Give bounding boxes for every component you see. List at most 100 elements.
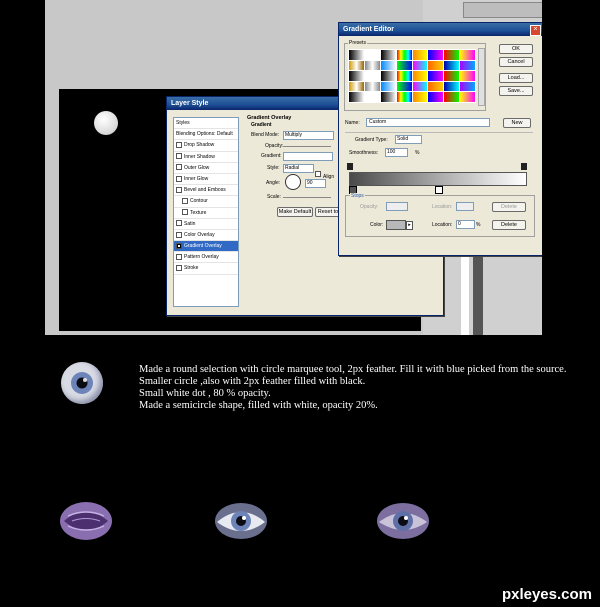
- style-item[interactable]: Outer Glow: [174, 163, 238, 174]
- preset-swatches[interactable]: [348, 49, 476, 103]
- checkbox-icon[interactable]: [176, 186, 182, 193]
- cancel-button[interactable]: Cancel: [499, 57, 533, 67]
- checkbox-icon[interactable]: [182, 209, 188, 216]
- stop-opacity-input[interactable]: [386, 202, 408, 211]
- delete-color-stop-button[interactable]: Delete: [492, 220, 526, 230]
- style-item[interactable]: Contour: [174, 196, 238, 208]
- opacity-slider[interactable]: [283, 146, 331, 147]
- gradient-swatch[interactable]: [396, 60, 412, 71]
- ok-button[interactable]: OK: [499, 44, 533, 54]
- color-arrow-icon[interactable]: ▸: [406, 221, 413, 230]
- gradient-swatch[interactable]: [396, 71, 412, 81]
- checkbox-icon[interactable]: [176, 175, 182, 182]
- gradient-swatch[interactable]: [428, 71, 444, 81]
- gradient-swatch[interactable]: [412, 50, 428, 60]
- gradient-swatch[interactable]: [444, 81, 460, 92]
- gradient-swatch[interactable]: [460, 71, 475, 81]
- gradient-swatch[interactable]: [349, 71, 364, 81]
- gradient-swatch[interactable]: [349, 60, 364, 71]
- style-item[interactable]: Satin: [174, 219, 238, 230]
- angle-label: Angle:: [266, 180, 281, 186]
- name-input[interactable]: Custom: [366, 118, 490, 127]
- gradient-swatch[interactable]: [396, 81, 412, 92]
- style-item[interactable]: Bevel and Emboss: [174, 185, 238, 197]
- make-default-button[interactable]: Make Default: [277, 207, 313, 217]
- style-item[interactable]: Drop Shadow: [174, 140, 238, 152]
- gradient-swatch[interactable]: [364, 81, 380, 92]
- checkbox-icon[interactable]: [176, 253, 182, 260]
- style-item[interactable]: Blending Options: Default: [174, 129, 238, 141]
- style-item[interactable]: Pattern Overlay: [174, 252, 238, 264]
- checkbox-icon[interactable]: [176, 265, 182, 272]
- gradient-swatch[interactable]: [412, 71, 428, 81]
- gradient-swatch[interactable]: [444, 71, 460, 81]
- gradient-picker[interactable]: [283, 152, 333, 161]
- style-item-label: Texture: [190, 209, 207, 216]
- gradient-swatch[interactable]: [364, 60, 380, 71]
- close-icon[interactable]: ×: [530, 25, 541, 36]
- checkbox-icon[interactable]: [182, 197, 188, 204]
- stop-opacity-location-input[interactable]: [456, 202, 474, 211]
- gradient-type-select[interactable]: Solid: [395, 135, 422, 144]
- gradient-swatch[interactable]: [412, 81, 428, 92]
- opacity-stop-left-icon[interactable]: [347, 163, 353, 170]
- toolbar-icons[interactable]: [463, 2, 542, 18]
- gradient-swatch[interactable]: [349, 50, 364, 60]
- angle-dial-icon[interactable]: [285, 174, 301, 190]
- checkbox-icon[interactable]: [176, 142, 182, 149]
- color-stop-right-icon[interactable]: [435, 186, 443, 194]
- style-item[interactable]: Styles: [174, 118, 238, 130]
- gradient-swatch[interactable]: [364, 50, 380, 60]
- gradient-swatch[interactable]: [460, 60, 475, 71]
- gradient-swatch[interactable]: [428, 81, 444, 92]
- gradient-swatch[interactable]: [444, 92, 460, 102]
- gradient-swatch[interactable]: [428, 92, 444, 102]
- gradient-swatch[interactable]: [444, 60, 460, 71]
- checkbox-icon[interactable]: [176, 153, 182, 160]
- checkbox-icon[interactable]: [176, 242, 182, 249]
- gradient-swatch[interactable]: [349, 92, 364, 102]
- checkbox-icon[interactable]: [176, 231, 182, 238]
- presets-scrollbar[interactable]: [478, 48, 485, 106]
- opacity-stop-right-icon[interactable]: [521, 163, 527, 170]
- blend-mode-select[interactable]: Multiply: [283, 131, 334, 140]
- smoothness-input[interactable]: 100: [385, 148, 408, 157]
- gradient-swatch[interactable]: [444, 50, 460, 60]
- style-item[interactable]: Stroke: [174, 263, 238, 275]
- style-item[interactable]: Texture: [174, 208, 238, 219]
- style-item[interactable]: Color Overlay: [174, 230, 238, 242]
- stop-color-location-input[interactable]: 0: [456, 220, 475, 229]
- gradient-swatch[interactable]: [412, 92, 428, 102]
- style-item[interactable]: Inner Shadow: [174, 152, 238, 163]
- checkbox-icon[interactable]: [176, 164, 182, 171]
- angle-input[interactable]: 90: [305, 179, 326, 188]
- gradient-swatch[interactable]: [460, 50, 475, 60]
- gradient-swatch[interactable]: [380, 71, 396, 81]
- style-label: Style:: [267, 165, 280, 171]
- gradient-swatch[interactable]: [364, 92, 380, 102]
- gradient-swatch[interactable]: [428, 60, 444, 71]
- delete-opacity-stop-button[interactable]: Delete: [492, 202, 526, 212]
- gradient-swatch[interactable]: [412, 60, 428, 71]
- checkbox-icon[interactable]: [176, 220, 182, 227]
- style-select[interactable]: Radial: [283, 164, 314, 173]
- gradient-swatch[interactable]: [380, 60, 396, 71]
- gradient-swatch[interactable]: [396, 50, 412, 60]
- gradient-swatch[interactable]: [380, 81, 396, 92]
- gradient-swatch[interactable]: [380, 92, 396, 102]
- gradient-swatch[interactable]: [364, 71, 380, 81]
- gradient-swatch[interactable]: [396, 92, 412, 102]
- save-button[interactable]: Save...: [499, 86, 533, 96]
- load-button[interactable]: Load...: [499, 73, 533, 83]
- gradient-swatch[interactable]: [460, 92, 475, 102]
- new-button[interactable]: New: [503, 118, 531, 128]
- gradient-swatch[interactable]: [380, 50, 396, 60]
- gradient-swatch[interactable]: [428, 50, 444, 60]
- style-item[interactable]: Gradient Overlay: [174, 241, 238, 253]
- stop-color-swatch[interactable]: [386, 220, 406, 230]
- gradient-preview-bar[interactable]: [349, 172, 527, 186]
- gradient-swatch[interactable]: [460, 81, 475, 92]
- gradient-swatch[interactable]: [349, 81, 364, 92]
- style-item[interactable]: Inner Glow: [174, 174, 238, 186]
- scale-slider[interactable]: [283, 197, 331, 198]
